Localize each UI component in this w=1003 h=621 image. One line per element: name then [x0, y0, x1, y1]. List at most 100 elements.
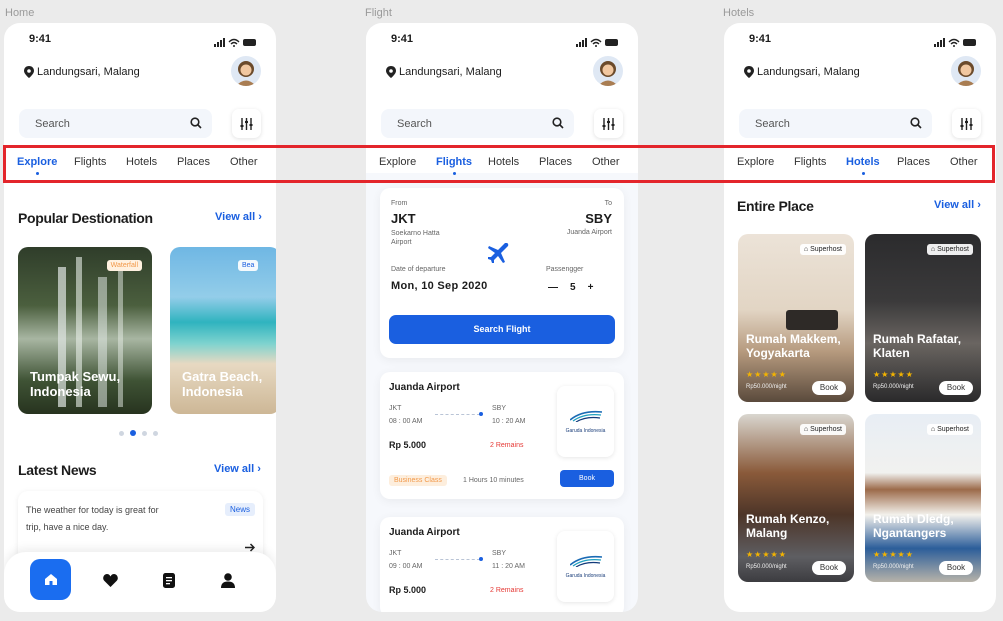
arrow-right-icon[interactable] [245, 543, 255, 552]
book-button[interactable]: Book [939, 561, 973, 575]
category-badge: Bea [238, 260, 259, 271]
airplane-icon [488, 243, 509, 263]
flight-result-card[interactable]: Juanda Airport JKT 08 : 00 AM SBY 10 : 2… [380, 372, 624, 499]
avatar[interactable] [951, 56, 981, 86]
carousel-dot[interactable] [119, 430, 124, 436]
avatar[interactable] [593, 56, 623, 86]
flight-search-card: From JKT Soekarno Hatta Airport To SBY J… [380, 188, 624, 358]
from-code[interactable]: JKT [391, 211, 416, 226]
hotel-price: Rp50.000/night [873, 564, 914, 570]
flight-duration: 1 Hours 10 minutes [463, 477, 524, 484]
destination-name: Gatra Beach, Indonesia [182, 368, 263, 400]
location[interactable]: Landungsari, Malang [386, 66, 502, 78]
superhost-badge: ⌂ Superhost [926, 244, 973, 255]
pin-icon [24, 66, 34, 78]
passenger-count: 5 [570, 282, 576, 293]
filter-button[interactable] [232, 109, 261, 138]
hotel-card[interactable]: ⌂ Superhost Rumah Dledg, Ngantangers ★★★… [865, 414, 981, 582]
search-placeholder: Search [35, 118, 70, 130]
carousel-dot[interactable] [153, 430, 158, 436]
status-icons [934, 35, 978, 53]
book-button[interactable]: Book [939, 381, 973, 395]
destination-card[interactable]: Waterfall Tumpak Sewu, Indonesia [18, 247, 152, 414]
search-placeholder: Search [397, 118, 432, 130]
rating-stars: ★★★★★ [873, 370, 914, 379]
frame-label-flight: Flight [365, 7, 392, 19]
location-label: Landungsari, Malang [399, 66, 502, 78]
airline-logo: Garuda Indonesia [557, 531, 614, 602]
hotel-card[interactable]: ⌂ Superhost Rumah Kenzo, Malang ★★★★★ Rp… [738, 414, 854, 582]
to-airport: Juanda Airport [566, 229, 612, 236]
class-badge: Business Class [389, 475, 447, 486]
avatar[interactable] [231, 56, 261, 86]
passenger-label: Passengger [546, 266, 584, 273]
result-to: SBY [492, 405, 507, 412]
destination-name: Tumpak Sewu, Indonesia [30, 368, 121, 400]
hotel-price: Rp50.000/night [746, 384, 787, 390]
result-airport: Juanda Airport [389, 382, 460, 393]
destination-card[interactable]: Bea Gatra Beach, Indonesia [170, 247, 276, 414]
badge-label: Superhost [937, 426, 969, 433]
sofa-shape [786, 310, 838, 330]
to-code[interactable]: SBY [585, 211, 612, 226]
user-icon[interactable] [221, 573, 235, 588]
search-flight-button[interactable]: Search Flight [389, 315, 615, 344]
filter-button[interactable] [594, 109, 623, 138]
hotel-card[interactable]: ⌂ Superhost Rumah Rafatar, Klaten ★★★★★ … [865, 234, 981, 402]
carousel-dot[interactable] [142, 430, 147, 436]
news-badge: News [224, 503, 255, 516]
result-from: JKT [389, 550, 402, 557]
nav-home-button[interactable] [30, 559, 71, 600]
airline-name: Garuda Indonesia [565, 428, 606, 434]
search-input[interactable]: Search [19, 109, 212, 138]
hotel-price: Rp50.000/night [873, 384, 914, 390]
status-icons [214, 35, 258, 53]
to-label: To [604, 200, 612, 207]
book-button[interactable]: Book [560, 470, 614, 487]
book-button[interactable]: Book [812, 381, 846, 395]
view-all-label: View all [214, 463, 255, 475]
flight-screen: 9:41 Landungsari, Malang Search Explore … [366, 23, 638, 612]
frame-label-home: Home [5, 7, 35, 19]
route-line [435, 559, 480, 560]
status-time: 9:41 [391, 33, 414, 45]
bottom-nav [4, 552, 276, 612]
location[interactable]: Landungsari, Malang [744, 66, 860, 78]
garuda-logo-icon [570, 410, 602, 422]
news-view-all-link[interactable]: View all › [214, 463, 261, 475]
result-from: JKT [389, 405, 402, 412]
status-time: 9:41 [749, 33, 772, 45]
hotels-view-all-link[interactable]: View all › [934, 199, 981, 211]
result-to: SBY [492, 550, 507, 557]
hotel-name: Rumah Kenzo, Malang [746, 512, 830, 541]
location-label: Landungsari, Malang [37, 66, 140, 78]
rating-stars: ★★★★★ [873, 550, 914, 559]
date-value[interactable]: Mon, 10 Sep 2020 [391, 280, 488, 292]
hotels-screen: 9:41 Landungsari, Malang Search Explore … [724, 23, 996, 612]
location[interactable]: Landungsari, Malang [24, 66, 140, 78]
search-input[interactable]: Search [381, 109, 574, 138]
book-button[interactable]: Book [812, 561, 846, 575]
hotel-card[interactable]: ⌂ Superhost Rumah Makkem, Yogyakarta ★★★… [738, 234, 854, 402]
search-icon [190, 117, 202, 129]
flight-result-card[interactable]: Juanda Airport JKT 09 : 00 AM SBY 11 : 2… [380, 517, 624, 612]
search-input[interactable]: Search [739, 109, 932, 138]
document-icon[interactable] [163, 573, 175, 588]
plus-button[interactable]: + [588, 282, 594, 293]
latest-news-title: Latest News [18, 462, 97, 478]
rating-stars: ★★★★★ [746, 370, 787, 379]
result-remains: 2 Remains [490, 442, 524, 449]
carousel-dot-active[interactable] [130, 430, 136, 436]
frame-label-hotels: Hotels [723, 7, 755, 19]
result-departure: 09 : 00 AM [389, 563, 423, 570]
filter-button[interactable] [952, 109, 981, 138]
minus-button[interactable]: — [548, 282, 558, 293]
heart-icon[interactable] [103, 574, 118, 587]
view-all-link[interactable]: View all › [215, 211, 262, 223]
entire-place-title: Entire Place [737, 198, 814, 214]
category-badge: Waterfall [106, 260, 142, 271]
superhost-badge: ⌂ Superhost [799, 244, 846, 255]
result-price: Rp 5.000 [389, 585, 427, 595]
result-airport: Juanda Airport [389, 527, 460, 538]
sliders-icon [602, 117, 615, 130]
